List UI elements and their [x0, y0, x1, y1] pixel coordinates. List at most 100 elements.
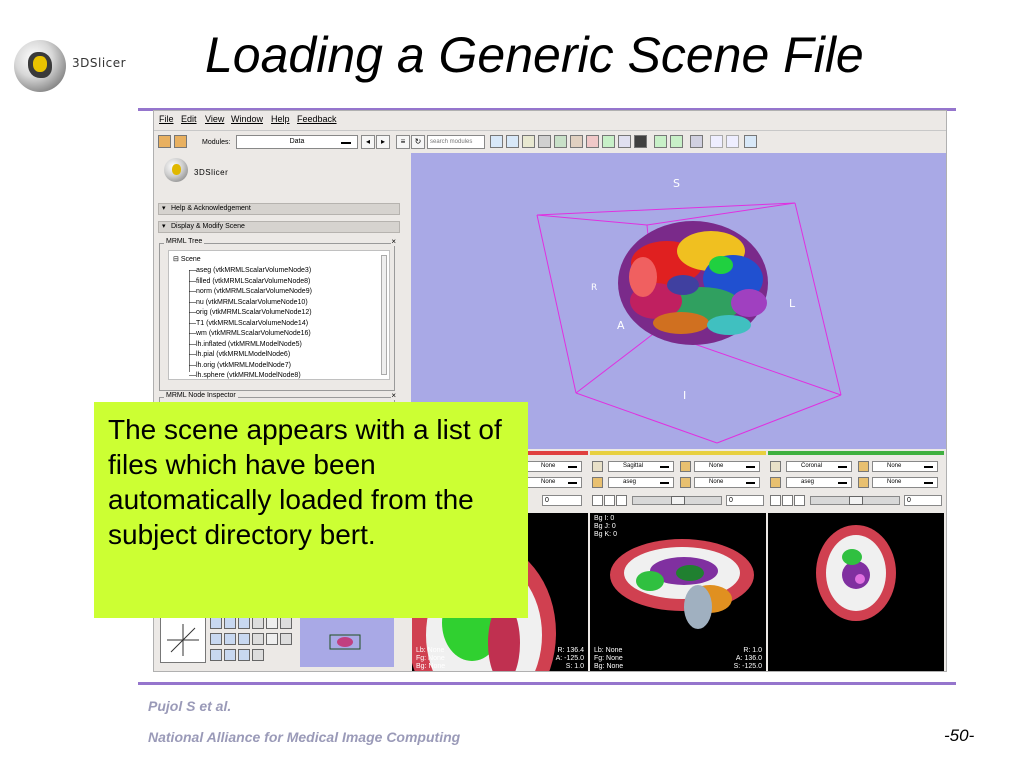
- look-icon[interactable]: [238, 649, 250, 661]
- module-history-icon[interactable]: ≡: [396, 135, 410, 149]
- yellow-orientation-dropdown[interactable]: Sagittal: [608, 461, 674, 472]
- green-fg-icon[interactable]: [858, 461, 869, 472]
- undo-icon[interactable]: [654, 135, 667, 148]
- tree-scrollbar[interactable]: [381, 255, 387, 375]
- expand-icon[interactable]: ⊟: [173, 256, 179, 263]
- red-slice-value[interactable]: 0: [542, 495, 582, 506]
- eye-icon[interactable]: [224, 649, 236, 661]
- layout-switch-icon[interactable]: [252, 649, 264, 661]
- editor-icon[interactable]: [602, 135, 615, 148]
- rotate-icon[interactable]: [210, 633, 222, 645]
- tree-item[interactable]: —norm (vtkMRMLScalarVolumeNode9): [189, 287, 312, 297]
- pick-mode-icon[interactable]: [710, 135, 723, 148]
- refresh-icon[interactable]: ↻: [411, 135, 425, 149]
- slice-view-green[interactable]: Coronal None aseg None 0: [768, 451, 944, 671]
- tree-item[interactable]: —filled (vtkMRMLScalarVolumeNode8): [189, 277, 310, 287]
- green-bg-dropdown[interactable]: None: [872, 461, 938, 472]
- fiducials-icon[interactable]: [570, 135, 583, 148]
- volumes-icon[interactable]: [538, 135, 551, 148]
- tree-item[interactable]: —lh.pial (vtkMRMLModelNode6): [189, 350, 290, 360]
- tree-item[interactable]: —lh.sphere (vtkMRMLModelNode8): [189, 371, 301, 381]
- red-label-dropdown[interactable]: None: [526, 477, 582, 488]
- menu-help[interactable]: Help: [271, 114, 290, 124]
- green-lb-dropdown[interactable]: None: [872, 477, 938, 488]
- mrml-tree-close-icon[interactable]: ×: [391, 237, 396, 246]
- menu-feedback[interactable]: Feedback: [297, 114, 337, 124]
- yellow-pin-icon[interactable]: [592, 461, 603, 472]
- stereo-checkbox[interactable]: [266, 617, 278, 629]
- save-scene-icon[interactable]: [174, 135, 187, 148]
- yellow-more-icon[interactable]: [616, 495, 627, 506]
- yellow-link-icon[interactable]: [592, 495, 603, 506]
- yellow-visibility-icon[interactable]: [604, 495, 615, 506]
- yellow-slice-slider[interactable]: [632, 496, 722, 505]
- tree-item[interactable]: —lh.orig (vtkMRMLModelNode7): [189, 361, 291, 371]
- yellow-slice-value[interactable]: 0: [726, 495, 764, 506]
- green-label-dropdown[interactable]: aseg: [786, 477, 852, 488]
- pan-icon[interactable]: [224, 633, 236, 645]
- tree-item[interactable]: —wm (vtkMRMLScalarVolumeNode16): [189, 329, 311, 339]
- green-slice-image[interactable]: [768, 513, 944, 671]
- yellow-label-icon[interactable]: [592, 477, 603, 488]
- tree-item[interactable]: —orig (vtkMRMLScalarVolumeNode12): [189, 308, 312, 318]
- tree-item[interactable]: —aseg (vtkMRMLScalarVolumeNode3): [189, 266, 311, 276]
- measure-icon[interactable]: [618, 135, 631, 148]
- tree-item[interactable]: —T1 (vtkMRMLScalarVolumeNode14): [189, 319, 308, 329]
- green-slider-knob[interactable]: [849, 496, 863, 505]
- green-slice-slider[interactable]: [810, 496, 900, 505]
- yellow-slice-image[interactable]: Bg I: 0 Bg J: 0 Bg K: 0 Lb: None Fg: Non…: [590, 513, 766, 671]
- modules-dropdown[interactable]: Data: [236, 135, 358, 149]
- green-slice-value[interactable]: 0: [904, 495, 942, 506]
- load-scene-icon[interactable]: [158, 135, 171, 148]
- data-icon[interactable]: [522, 135, 535, 148]
- menu-window[interactable]: Window: [231, 114, 263, 124]
- fit-icon[interactable]: [238, 617, 250, 629]
- green-more-icon[interactable]: [794, 495, 805, 506]
- magnify-2-icon[interactable]: [252, 633, 264, 645]
- search-icon[interactable]: [490, 135, 503, 148]
- node-inspector-close-icon[interactable]: ×: [391, 391, 396, 400]
- snapshot-icon[interactable]: [280, 617, 292, 629]
- menu-view[interactable]: View: [205, 114, 224, 124]
- tree-root[interactable]: ⊟ Scene: [173, 255, 201, 265]
- yellow-fg-icon[interactable]: [680, 461, 691, 472]
- help-section-header[interactable]: Help & Acknowledgement: [158, 203, 400, 215]
- tree-item[interactable]: —nu (vtkMRMLScalarVolumeNode10): [189, 298, 308, 308]
- green-visibility-icon[interactable]: [782, 495, 793, 506]
- green-link-icon[interactable]: [770, 495, 781, 506]
- display-section-header[interactable]: Display & Modify Scene: [158, 221, 400, 233]
- zoom-in-icon[interactable]: [210, 617, 222, 629]
- tree-item[interactable]: —lh.inflated (vtkMRMLModelNode5): [189, 340, 302, 350]
- menu-edit[interactable]: Edit: [181, 114, 197, 124]
- prev-module-button[interactable]: ◂: [361, 135, 375, 149]
- magnify-icon[interactable]: [252, 617, 264, 629]
- transforms-icon[interactable]: [586, 135, 599, 148]
- mini-3d-view[interactable]: [300, 615, 394, 667]
- orientation-widget[interactable]: [160, 617, 206, 663]
- zoom-out-icon[interactable]: [224, 617, 236, 629]
- place-mode-icon[interactable]: [726, 135, 739, 148]
- yellow-label-dropdown[interactable]: aseg: [608, 477, 674, 488]
- menu-file[interactable]: File: [159, 114, 174, 124]
- yellow-bg-dropdown[interactable]: None: [694, 461, 760, 472]
- search-modules-input[interactable]: search modules: [427, 135, 485, 149]
- slice-view-yellow[interactable]: Sagittal None aseg None 0 Bg I: 0 Bg J: …: [590, 451, 766, 671]
- spin-checkbox[interactable]: [266, 633, 278, 645]
- red-bg-dropdown[interactable]: None: [526, 461, 582, 472]
- camera-icon[interactable]: [238, 633, 250, 645]
- green-lb-icon[interactable]: [858, 477, 869, 488]
- redo-icon[interactable]: [670, 135, 683, 148]
- mrml-tree[interactable]: ⊟ Scene —aseg (vtkMRMLScalarVolumeNode3)…: [168, 250, 390, 380]
- green-pin-icon[interactable]: [770, 461, 781, 472]
- next-module-button[interactable]: ▸: [376, 135, 390, 149]
- home-icon[interactable]: [506, 135, 519, 148]
- green-label-icon[interactable]: [770, 477, 781, 488]
- yellow-lb-dropdown[interactable]: None: [694, 477, 760, 488]
- models-icon[interactable]: [554, 135, 567, 148]
- layout-icon[interactable]: [690, 135, 703, 148]
- green-orientation-dropdown[interactable]: Coronal: [786, 461, 852, 472]
- colors-icon[interactable]: [634, 135, 647, 148]
- anchor-icon[interactable]: [210, 649, 222, 661]
- view-reset-icon[interactable]: [744, 135, 757, 148]
- yellow-slider-knob[interactable]: [671, 496, 685, 505]
